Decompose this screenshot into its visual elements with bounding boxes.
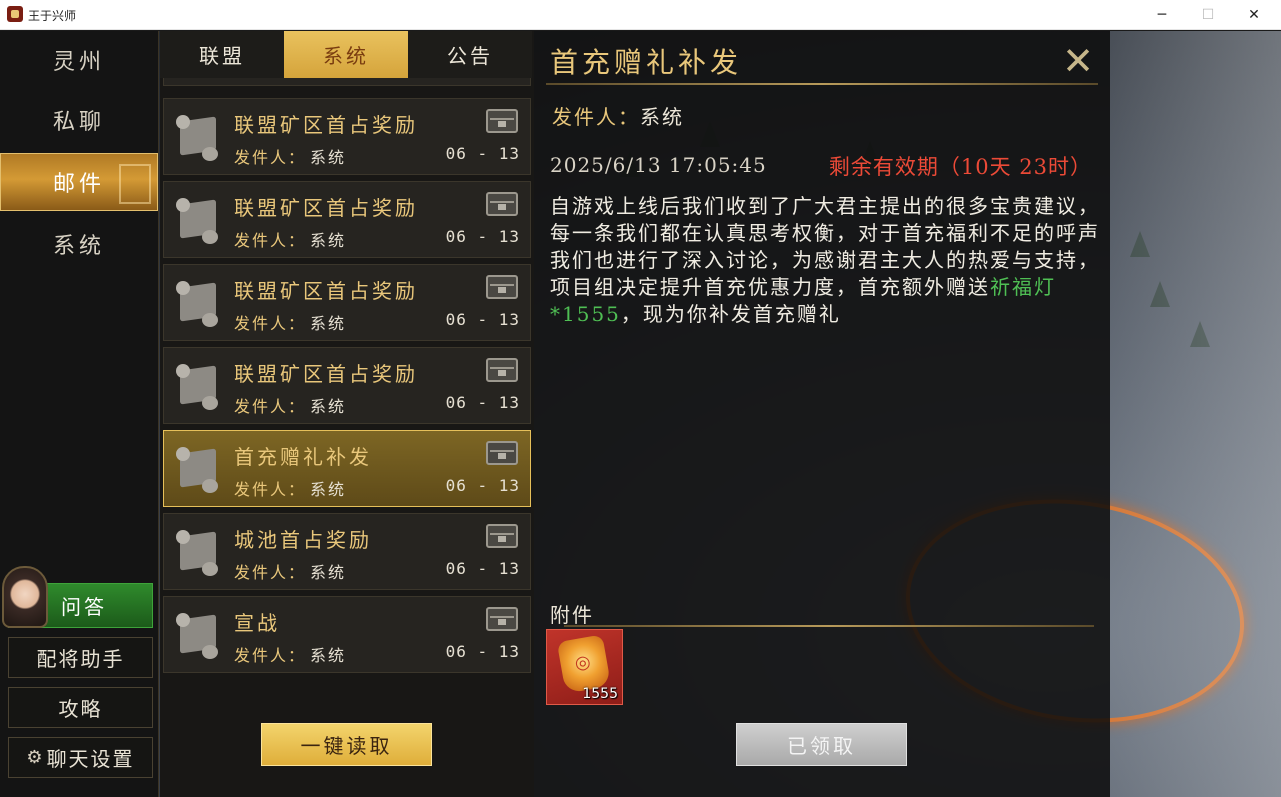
mail-item-title: 首充赠礼补发 [234,445,372,469]
chest-icon [486,358,518,382]
mail-detail-title: 首充赠礼补发 [550,46,743,79]
mail-item-title: 联盟矿区首占奖励 [234,362,418,386]
mail-item-date: 06 - 13 [445,559,520,578]
app-icon [7,6,23,22]
minimize-button[interactable]: ─ [1139,0,1185,30]
lantern-icon [556,634,612,694]
mail-item-sender-label: 发件人： [234,480,307,499]
mail-list-item[interactable]: 宣战发件人： 系统 06 - 13 [163,596,531,673]
window-titlebar: 王于兴师 ─ ☐ ✕ [0,0,1281,30]
mail-item-sender: 系统 [310,231,347,250]
nav-system[interactable]: 系统 [0,215,158,273]
map-edge[interactable] [1110,31,1281,797]
mail-item-date: 06 - 13 [445,393,520,412]
expiry-notice: 剩余有效期（10天 23时） [828,155,1092,179]
mail-list-item[interactable]: 首充赠礼补发发件人： 系统 06 - 13 [163,430,531,507]
chest-icon [486,109,518,133]
mail-item-sender-label: 发件人： [234,148,307,167]
mail-item-sender: 系统 [310,148,347,167]
scroll-icon [174,360,222,412]
chest-icon [486,192,518,216]
mail-item-title: 联盟矿区首占奖励 [234,113,418,137]
assistant-button[interactable]: 配将助手 [8,637,153,678]
mail-item-sender-label: 发件人： [234,314,307,333]
chest-icon [486,607,518,631]
mail-item-sender: 系统 [310,646,347,665]
advisor-avatar[interactable] [2,566,48,628]
scroll-icon [174,609,222,661]
mail-list-item[interactable]: 联盟矿区首占奖励发件人： 系统 06 - 13 [163,181,531,258]
attachment-label: 附件 [550,603,594,627]
mail-list-item[interactable]: 城池首占奖励发件人： 系统 06 - 13 [163,513,531,590]
mail-item-date: 06 - 13 [445,310,520,329]
mail-list-item[interactable]: 联盟矿区首占奖励发件人： 系统 06 - 13 [163,347,531,424]
mail-item-title: 联盟矿区首占奖励 [234,279,418,303]
mail-item-sender-label: 发件人： [234,563,307,582]
mail-item-date: 06 - 13 [445,227,520,246]
list-item-partial[interactable] [163,78,531,86]
nav-mail[interactable]: 邮件 [0,153,158,211]
mail-item-sender: 系统 [310,563,347,582]
window-title: 王于兴师 [28,9,77,23]
mail-body: 自游戏上线后我们收到了广大君主提出的很多宝贵建议，每一条我们都在认真思考权衡，对… [550,193,1106,328]
close-window-button[interactable]: ✕ [1231,0,1277,30]
scroll-icon [174,526,222,578]
mail-body-tail: ，现为你补发首充赠礼 [620,302,841,326]
mail-item-sender: 系统 [310,480,347,499]
mail-item-date: 06 - 13 [445,642,520,661]
gear-icon: ⚙ [26,747,45,768]
chat-settings-label: 聊天设置 [46,747,135,771]
mail-item-sender: 系统 [310,314,347,333]
qa-label: 问答 [61,595,107,619]
mail-timestamp: 2025/6/13 17:05:45 [550,153,767,177]
mail-sender-line: 发件人：系统 [552,101,684,130]
attachment-count: 1555 [582,686,618,702]
scroll-icon [174,194,222,246]
read-all-label: 一键读取 [300,734,393,758]
mail-item-title: 联盟矿区首占奖励 [234,196,418,220]
nav-private-chat[interactable]: 私聊 [0,91,158,149]
mail-list-item[interactable]: 联盟矿区首占奖励发件人： 系统 06 - 13 [163,98,531,175]
attachment-item[interactable]: 1555 [546,629,623,705]
chest-icon [486,441,518,465]
chest-icon [486,275,518,299]
scroll-icon [174,111,222,163]
mail-item-title: 宣战 [234,611,280,635]
chat-category-sidebar: 灵州 私聊 邮件 系统 [0,31,159,797]
mail-item-date: 06 - 13 [445,476,520,495]
mail-detail-panel: 首充赠礼补发 ✕ 发件人：系统 2025/6/13 17:05:45 剩余有效期… [534,31,1110,797]
mail-item-title: 城池首占奖励 [234,528,372,552]
scroll-icon [174,443,222,495]
mail-item-sender-label: 发件人： [234,231,307,250]
guide-button[interactable]: 攻略 [8,687,153,728]
scroll-icon [174,277,222,329]
maximize-button[interactable]: ☐ [1185,0,1231,30]
nav-lingzhou[interactable]: 灵州 [0,31,158,89]
claimed-button[interactable]: 已领取 [736,723,907,766]
tab-announcement[interactable]: 公告 [408,31,532,78]
tab-system[interactable]: 系统 [284,31,408,78]
close-icon[interactable]: ✕ [1058,39,1098,83]
chat-settings-button[interactable]: ⚙ 聊天设置 [8,737,153,778]
mail-item-sender: 系统 [310,397,347,416]
mail-item-date: 06 - 13 [445,144,520,163]
sender-value: 系统 [640,105,684,129]
tab-alliance[interactable]: 联盟 [160,31,284,78]
mail-item-sender-label: 发件人： [234,397,307,416]
guide-label: 攻略 [58,697,103,721]
mail-list-item[interactable]: 联盟矿区首占奖励发件人： 系统 06 - 13 [163,264,531,341]
claimed-label: 已领取 [787,734,856,758]
title-divider [546,83,1098,85]
read-all-button[interactable]: 一键读取 [261,723,432,766]
chest-icon [486,524,518,548]
mail-list-panel: 联盟 系统 公告 联盟矿区首占奖励 发件人： 系统 06 - 13 联盟矿区首占奖励 发件… [160,31,534,797]
mail-item-sender-label: 发件人： [234,646,307,665]
assistant-label: 配将助手 [36,647,125,671]
mail-list[interactable]: 联盟矿区首占奖励 发件人： 系统 06 - 13 联盟矿区首占奖励 发件人： 系统 06 - … [160,78,534,678]
attachment-divider [564,625,1094,627]
sender-label: 发件人： [552,105,640,129]
